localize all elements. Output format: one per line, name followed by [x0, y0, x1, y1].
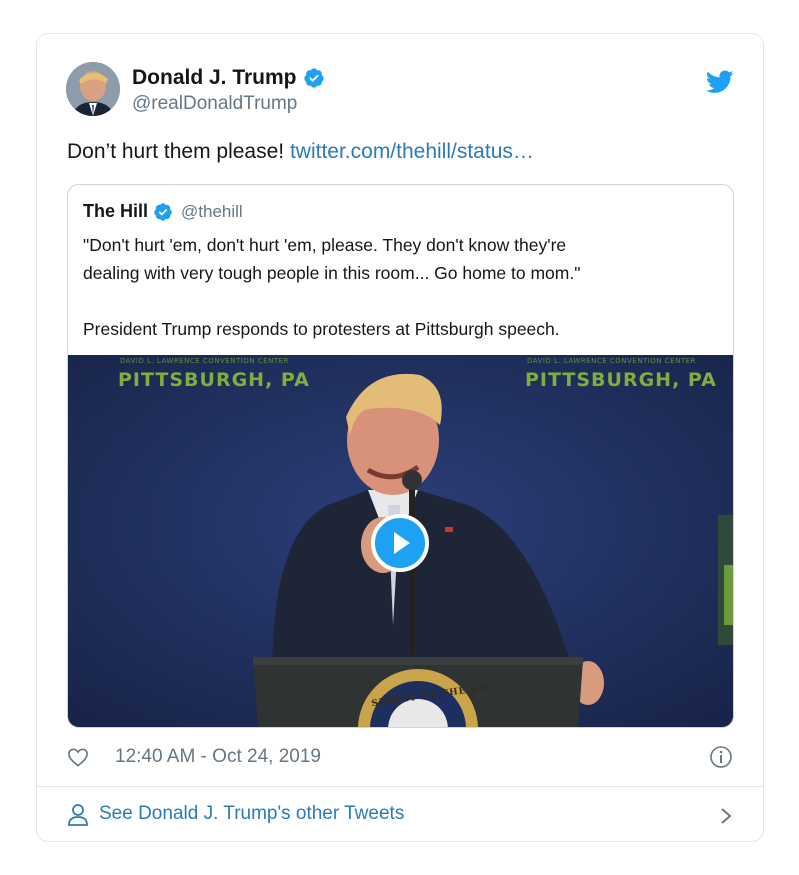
- tweet-timestamp[interactable]: 12:40 AM - Oct 24, 2019: [115, 746, 321, 768]
- tweet-text: Don’t hurt them please! twitter.com/theh…: [67, 140, 534, 164]
- avatar[interactable]: [66, 62, 120, 116]
- see-other-tweets-link[interactable]: See Donald J. Trump's other Tweets: [99, 803, 404, 825]
- chevron-right-icon[interactable]: [719, 806, 733, 826]
- author-handle[interactable]: @realDonaldTrump: [132, 93, 325, 115]
- quoted-tweet-header: The Hill @thehill: [83, 201, 243, 222]
- quoted-author-name: The Hill: [83, 201, 149, 221]
- tweet-header: Donald J. Trump @realDonaldTrump: [66, 62, 734, 118]
- embedded-tweet-card: Donald J. Trump @realDonaldTrump Don’t h…: [36, 33, 764, 842]
- tweet-meta: 12:40 AM - Oct 24, 2019: [67, 744, 733, 772]
- sign-subtitle: DAVID L. LAWRENCE CONVENTION CENTER: [120, 357, 289, 365]
- tweet-link[interactable]: twitter.com/thehill/status…: [290, 140, 534, 163]
- author-info: Donald J. Trump @realDonaldTrump: [132, 66, 325, 115]
- footer[interactable]: See Donald J. Trump's other Tweets: [67, 801, 733, 831]
- play-button[interactable]: [371, 514, 429, 572]
- quoted-text-line: "Don't hurt 'em, don't hurt 'em, please.…: [83, 235, 567, 255]
- quoted-text-line: dealing with very tough people in this r…: [83, 263, 581, 283]
- heart-icon[interactable]: [67, 747, 89, 767]
- author-name[interactable]: Donald J. Trump: [132, 66, 297, 90]
- sign-subtitle: DAVID L. LAWRENCE CONVENTION CENTER: [527, 357, 696, 365]
- verified-badge-icon: [154, 202, 172, 221]
- twitter-bird-icon[interactable]: [706, 70, 734, 94]
- quoted-author-handle: @thehill: [181, 201, 243, 221]
- video-thumbnail[interactable]: DAVID L. LAWRENCE CONVENTION CENTER PITT…: [68, 355, 733, 727]
- divider: [37, 786, 763, 787]
- tweet-body: Don’t hurt them please!: [67, 140, 290, 163]
- person-icon: [68, 804, 88, 826]
- quoted-tweet[interactable]: The Hill @thehill "Don't hurt 'em, don't…: [67, 184, 734, 728]
- verified-badge-icon: [303, 68, 324, 88]
- sign-text: PITTSBURGH, PA: [118, 369, 310, 391]
- sign-text: PITTSBURGH, PA: [525, 369, 717, 391]
- play-icon: [394, 532, 410, 554]
- quoted-tweet-text: "Don't hurt 'em, don't hurt 'em, please.…: [83, 231, 723, 343]
- info-icon[interactable]: [709, 745, 733, 769]
- quoted-text-caption: President Trump responds to protesters a…: [83, 319, 560, 339]
